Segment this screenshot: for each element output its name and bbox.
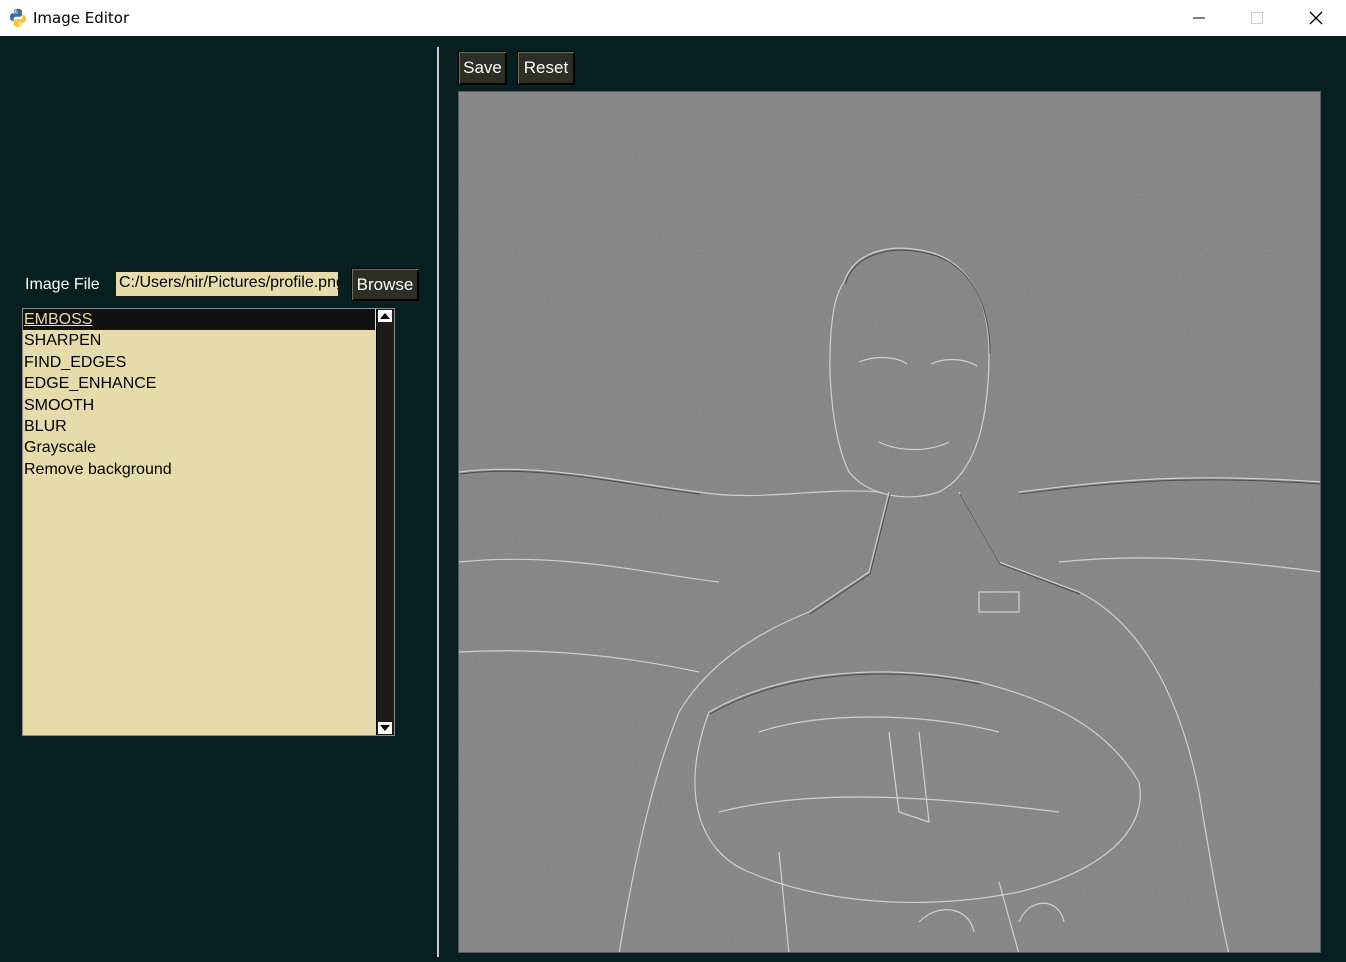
filter-option[interactable]: EMBOSS xyxy=(23,309,375,331)
embossed-photo xyxy=(459,92,1320,952)
filter-option[interactable]: Grayscale xyxy=(23,437,375,458)
image-file-label: Image File xyxy=(25,276,100,293)
close-button[interactable] xyxy=(1287,0,1345,36)
filter-option[interactable]: FIND_EDGES xyxy=(23,352,375,373)
minimize-icon xyxy=(1193,17,1205,19)
scroll-down-button[interactable] xyxy=(378,722,392,734)
title-bar: Image Editor xyxy=(0,0,1346,36)
main-window: Image File C:/Users/nir/Pictures/profile… xyxy=(0,37,1346,962)
filter-option[interactable]: EDGE_ENHANCE xyxy=(23,373,375,394)
minimize-button[interactable] xyxy=(1170,0,1228,36)
filter-option[interactable]: SHARPEN xyxy=(23,330,375,351)
reset-button[interactable]: Reset xyxy=(517,51,575,85)
filter-listbox[interactable]: EMBOSS SHARPEN FIND_EDGES EDGE_ENHANCE SMOOT… xyxy=(22,308,395,736)
save-button[interactable]: Save xyxy=(458,51,507,85)
maximize-icon xyxy=(1251,12,1263,24)
scroll-up-button[interactable] xyxy=(378,310,392,322)
image-preview xyxy=(458,91,1321,953)
scrollbar[interactable] xyxy=(376,309,394,735)
filter-option[interactable]: BLUR xyxy=(23,416,375,437)
filter-option[interactable]: Remove background xyxy=(23,459,375,480)
browse-button[interactable]: Browse xyxy=(351,268,419,301)
image-path-input[interactable]: C:/Users/nir/Pictures/profile.png xyxy=(115,271,339,297)
window-title: Image Editor xyxy=(33,9,130,27)
arrow-up-icon xyxy=(380,313,390,319)
filter-list: EMBOSS SHARPEN FIND_EDGES EDGE_ENHANCE SMOOT… xyxy=(23,309,375,480)
panel-divider[interactable] xyxy=(437,47,439,957)
maximize-button[interactable] xyxy=(1228,0,1286,36)
filter-option[interactable]: SMOOTH xyxy=(23,395,375,416)
arrow-down-icon xyxy=(380,725,390,731)
python-icon xyxy=(10,9,26,27)
close-icon xyxy=(1309,11,1323,25)
